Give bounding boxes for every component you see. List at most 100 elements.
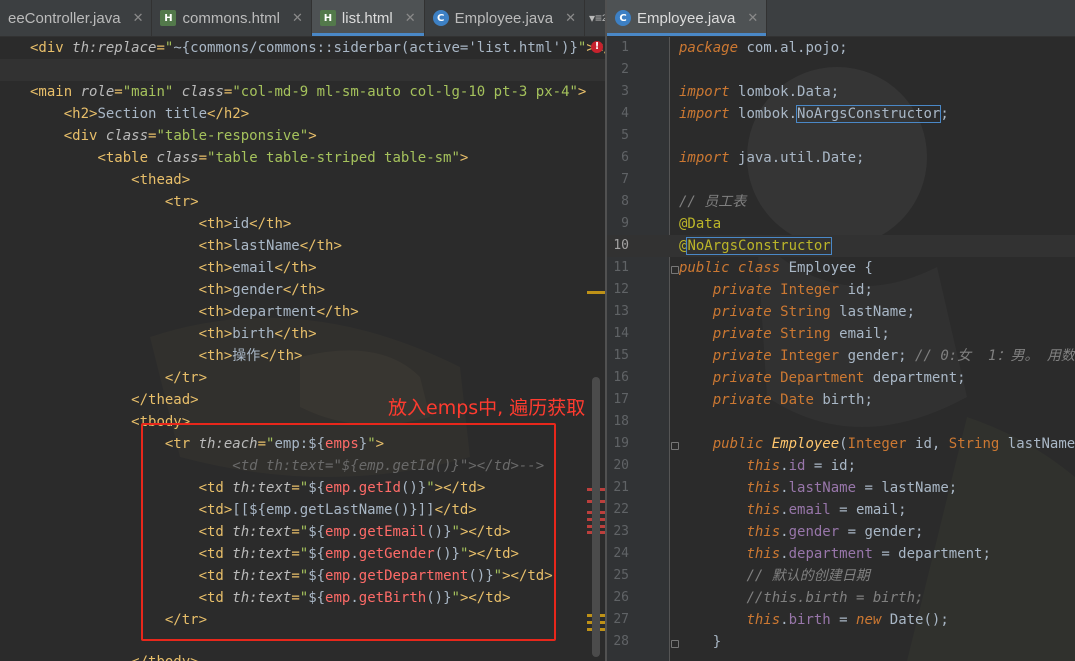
line-number: 13: [613, 304, 629, 319]
left-tab-bar: eeController.java ✕ H commons.html ✕ H l…: [0, 0, 606, 37]
line-number: 20: [613, 458, 629, 473]
tab-employee-controller[interactable]: eeController.java ✕: [0, 0, 153, 36]
line-number: 19: [613, 436, 629, 451]
code-line: @Data: [679, 216, 722, 232]
annotation-label: 放入emps中, 遍历获取: [388, 397, 586, 419]
line-number: 2: [621, 62, 629, 77]
chevron-down-icon: ▾≡: [588, 11, 602, 25]
code-line: this.gender = gender;: [746, 524, 924, 540]
code-line: <div th:replace="~{commons/commons::side…: [30, 40, 605, 56]
code-line: <main role="main" class="col-md-9 ml-sm-…: [30, 84, 587, 100]
tab-label: list.html: [341, 9, 393, 27]
fold-marker-icon[interactable]: [671, 442, 679, 450]
fold-marker-icon[interactable]: [671, 640, 679, 648]
line-number: 16: [613, 370, 629, 385]
line-number: 8: [621, 194, 629, 209]
line-number: 27: [613, 612, 629, 627]
java-class-icon: C: [432, 10, 449, 26]
java-class-icon: C: [615, 10, 631, 26]
tab-label: commons.html: [182, 9, 281, 27]
line-number: 11: [613, 260, 629, 275]
code-line: @NoArgsConstructor: [679, 237, 832, 255]
line-number: 22: [613, 502, 629, 517]
line-number: 26: [613, 590, 629, 605]
close-icon[interactable]: ✕: [405, 10, 416, 26]
tab-label: eeController.java: [8, 9, 121, 27]
code-line: import lombok.NoArgsConstructor;: [679, 105, 949, 123]
line-number: 5: [621, 128, 629, 143]
code-line: <th>id</th>: [198, 216, 292, 232]
code-line: </tbody>: [30, 651, 198, 661]
code-line: private String lastName;: [712, 304, 916, 320]
code-line: //this.birth = birth;: [746, 590, 924, 606]
line-number: 15: [613, 348, 629, 363]
code-line: <th>lastName</th>: [198, 238, 342, 254]
line-number: 14: [613, 326, 629, 341]
code-line: this.department = department;: [746, 546, 991, 562]
code-line: <thead>: [131, 172, 191, 188]
html-file-icon: H: [319, 10, 336, 26]
current-line-highlight: [0, 59, 605, 81]
annotation-box: [141, 423, 556, 641]
java-editor-pane[interactable]: 1 2 3 4 5 6 7 8 9 10 11 12 13 14 15 16 1…: [607, 37, 1075, 661]
close-icon[interactable]: ✕: [565, 10, 576, 26]
line-number: 21: [613, 480, 629, 495]
vertical-scrollbar[interactable]: [592, 377, 600, 657]
code-line: this.email = email;: [746, 502, 907, 518]
code-line: import java.util.Date;: [679, 150, 865, 166]
code-line: </tr>: [164, 370, 208, 386]
tab-list-html[interactable]: H list.html ✕: [311, 0, 425, 36]
line-number: 18: [613, 414, 629, 429]
code-line: package com.al.pojo;: [679, 40, 848, 56]
code-line: <tr>: [164, 194, 199, 210]
line-number: 10: [613, 238, 629, 253]
line-number: 6: [621, 150, 629, 165]
code-line: }: [712, 634, 722, 650]
code-line: // 默认的创建日期: [746, 568, 870, 584]
right-tab-bar: C Employee.java ✕: [607, 0, 1075, 37]
line-number: 12: [613, 282, 629, 297]
html-file-icon: H: [160, 10, 177, 26]
code-line: <th>birth</th>: [198, 326, 317, 342]
html-editor-pane[interactable]: <div th:replace="~{commons/commons::side…: [0, 37, 605, 661]
line-number: 4: [621, 106, 629, 121]
code-line: </thead>: [131, 392, 199, 408]
code-line: private Department department;: [712, 370, 966, 386]
tab-overflow-button[interactable]: ▾≡2: [585, 0, 606, 36]
code-line: <th>操作</th>: [198, 348, 303, 364]
close-icon[interactable]: ✕: [292, 10, 303, 26]
line-number: 23: [613, 524, 629, 539]
code-line: public class Employee {: [679, 260, 873, 276]
code-line: this.lastName = lastName;: [746, 480, 958, 496]
code-line: import lombok.Data;: [679, 84, 840, 100]
scroll-marker-warning[interactable]: [587, 291, 605, 294]
tab-commons-html[interactable]: H commons.html ✕: [152, 0, 312, 36]
code-line: <h2>Section title</h2>: [63, 106, 250, 122]
code-line: private Integer id;: [712, 282, 873, 298]
code-line: private Date birth;: [712, 392, 873, 408]
tab-label: Employee.java: [637, 9, 736, 27]
line-number: 17: [613, 392, 629, 407]
code-line: private Integer gender; // 0:女 1：男。 用数字: [712, 348, 1075, 364]
code-line: private String email;: [712, 326, 890, 342]
line-number: 3: [621, 84, 629, 99]
code-line: <th>email</th>: [198, 260, 317, 276]
line-number: 24: [613, 546, 629, 561]
error-icon[interactable]: !: [591, 41, 603, 53]
line-number: 28: [613, 634, 629, 649]
line-number: 7: [621, 172, 629, 187]
code-line: this.id = id;: [746, 458, 857, 474]
close-icon[interactable]: ✕: [747, 10, 758, 26]
tab-label: Employee.java: [454, 9, 554, 27]
close-icon[interactable]: ✕: [133, 10, 144, 26]
code-line: // 员工表: [679, 194, 747, 210]
line-number: 9: [621, 216, 629, 231]
code-line: public Employee(Integer id, String lastN…: [712, 436, 1075, 452]
current-line-highlight: [607, 235, 1075, 257]
tab-employee-java[interactable]: C Employee.java ✕: [425, 0, 585, 36]
line-number: 1: [621, 40, 629, 55]
fold-marker-icon[interactable]: [671, 266, 679, 274]
tab-employee-java-right[interactable]: C Employee.java ✕: [607, 0, 768, 36]
code-line: <th>department</th>: [198, 304, 359, 320]
code-line: <th>gender</th>: [198, 282, 326, 298]
